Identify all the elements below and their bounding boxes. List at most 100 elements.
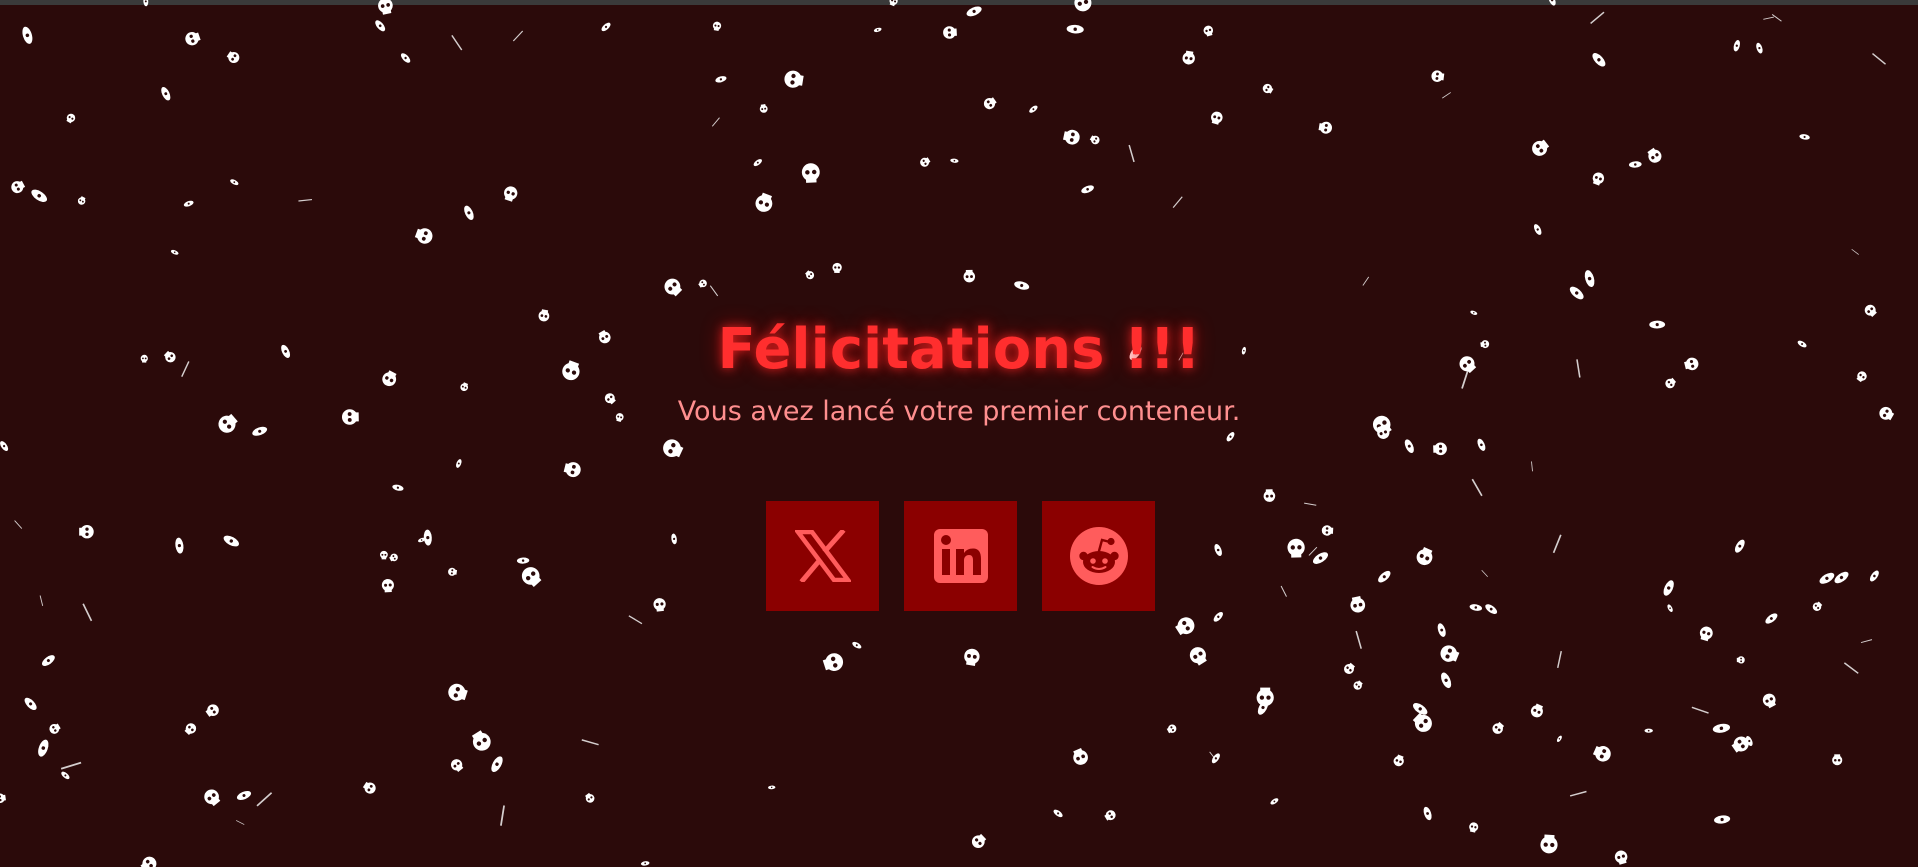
falling-skull-icon	[698, 279, 707, 288]
falling-skull-icon	[1089, 135, 1100, 145]
share-reddit-button[interactable]	[1042, 501, 1155, 611]
page-background: Félicitations !!! Vous avez lancé votre …	[0, 0, 1918, 867]
falling-skull-icon	[1413, 703, 1428, 715]
hero: Félicitations !!! Vous avez lancé votre …	[0, 312, 1918, 430]
falling-skull-icon	[1531, 461, 1533, 472]
linkedin-logo-icon	[933, 529, 988, 583]
falling-skull-icon	[1592, 172, 1605, 186]
falling-skull-icon	[1477, 438, 1486, 451]
falling-skull-icon	[464, 205, 474, 220]
falling-skull-icon	[66, 113, 76, 124]
falling-skull-icon	[1533, 224, 1542, 235]
falling-skull-icon	[1832, 754, 1843, 766]
falling-skull-icon	[1166, 724, 1177, 734]
falling-skull-icon	[1569, 286, 1584, 300]
falling-skull-icon	[1378, 570, 1391, 583]
falling-skull-icon	[175, 537, 184, 554]
falling-skull-icon	[49, 723, 61, 734]
falling-skull-icon	[1175, 617, 1195, 636]
falling-skull-icon	[1628, 161, 1642, 168]
falling-skull-icon	[712, 21, 722, 31]
falling-skull-icon	[1442, 92, 1451, 99]
falling-skull-icon	[1362, 276, 1370, 286]
falling-skull-icon	[1592, 746, 1611, 762]
falling-skull-icon	[920, 157, 931, 167]
falling-skull-icon	[1440, 645, 1460, 662]
falling-skull-icon	[1584, 270, 1595, 288]
falling-skull-icon	[943, 26, 957, 39]
falling-skull-icon	[1257, 700, 1269, 715]
falling-skull-icon	[61, 771, 70, 780]
falling-skull-icon	[1412, 712, 1432, 732]
falling-skull-icon	[1731, 736, 1749, 753]
falling-skull-icon	[389, 553, 398, 562]
falling-skull-icon	[77, 196, 86, 205]
falling-skull-icon	[1540, 834, 1558, 854]
share-linkedin-button[interactable]	[904, 501, 1017, 611]
falling-skull-icon	[950, 158, 959, 163]
falling-skull-icon	[1441, 672, 1452, 689]
falling-skull-icon	[1763, 16, 1774, 20]
falling-skull-icon	[663, 439, 684, 458]
falling-skull-icon	[1355, 630, 1362, 649]
falling-skull-icon	[1834, 571, 1849, 584]
x-logo-icon	[794, 530, 851, 582]
falling-skulls-layer	[0, 0, 1895, 867]
falling-skull-icon	[504, 186, 518, 202]
falling-skull-icon	[585, 792, 595, 803]
falling-skull-icon	[1431, 70, 1445, 82]
falling-skull-icon	[60, 761, 82, 770]
falling-skull-icon	[1211, 753, 1220, 764]
falling-skull-icon	[1819, 572, 1835, 584]
falling-skull-icon	[471, 730, 491, 751]
falling-skull-icon	[230, 179, 239, 186]
falling-skull-icon	[1226, 432, 1235, 442]
falling-skull-icon	[79, 524, 94, 539]
falling-skull-icon	[852, 641, 862, 649]
falling-skull-icon	[491, 756, 503, 773]
falling-skull-icon	[755, 192, 773, 212]
falling-skull-icon	[581, 739, 599, 746]
falling-skull-icon	[183, 200, 194, 207]
falling-skull-icon	[1128, 144, 1135, 163]
falling-skull-icon	[521, 567, 542, 587]
falling-skull-icon	[1437, 623, 1446, 637]
falling-skull-icon	[0, 441, 9, 452]
falling-skull-icon	[204, 789, 221, 807]
falling-skull-icon	[450, 759, 464, 772]
falling-skull-icon	[1304, 502, 1317, 506]
falling-skull-icon	[640, 861, 650, 866]
falling-skull-icon	[448, 567, 458, 576]
falling-skull-icon	[22, 26, 33, 44]
falling-skull-icon	[223, 535, 239, 547]
falling-skull-icon	[235, 820, 245, 825]
falling-skull-icon	[1053, 809, 1063, 818]
falling-skull-icon	[362, 781, 376, 794]
falling-skull-icon	[1471, 478, 1483, 497]
falling-skull-icon	[1321, 525, 1334, 536]
falling-skull-icon	[1733, 40, 1740, 52]
falling-skull-icon	[380, 550, 388, 560]
falling-skull-icon	[1556, 735, 1562, 742]
falling-skull-icon	[1203, 25, 1214, 37]
falling-skull-icon	[38, 739, 49, 757]
falling-skull-icon	[1745, 735, 1753, 747]
page-subtitle: Vous avez lancé votre premier conteneur.	[677, 396, 1241, 427]
falling-skull-icon	[226, 51, 240, 64]
falling-skull-icon	[1029, 105, 1038, 113]
falling-skull-icon	[628, 615, 643, 625]
falling-skull-icon	[1469, 822, 1479, 833]
falling-skull-icon	[1353, 680, 1363, 690]
falling-skull-icon	[1211, 111, 1223, 125]
falling-skull-icon	[500, 805, 505, 826]
falling-skull-icon	[400, 53, 411, 63]
falling-skull-icon	[1530, 703, 1544, 718]
falling-skull-icon	[1263, 489, 1276, 502]
falling-skull-icon	[185, 32, 201, 46]
share-x-button[interactable]	[766, 501, 879, 611]
falling-skull-icon	[1734, 539, 1745, 553]
falling-skull-icon	[983, 97, 997, 110]
falling-skull-icon	[24, 697, 37, 711]
falling-skull-icon	[1481, 570, 1488, 577]
falling-skull-icon	[1860, 639, 1873, 644]
